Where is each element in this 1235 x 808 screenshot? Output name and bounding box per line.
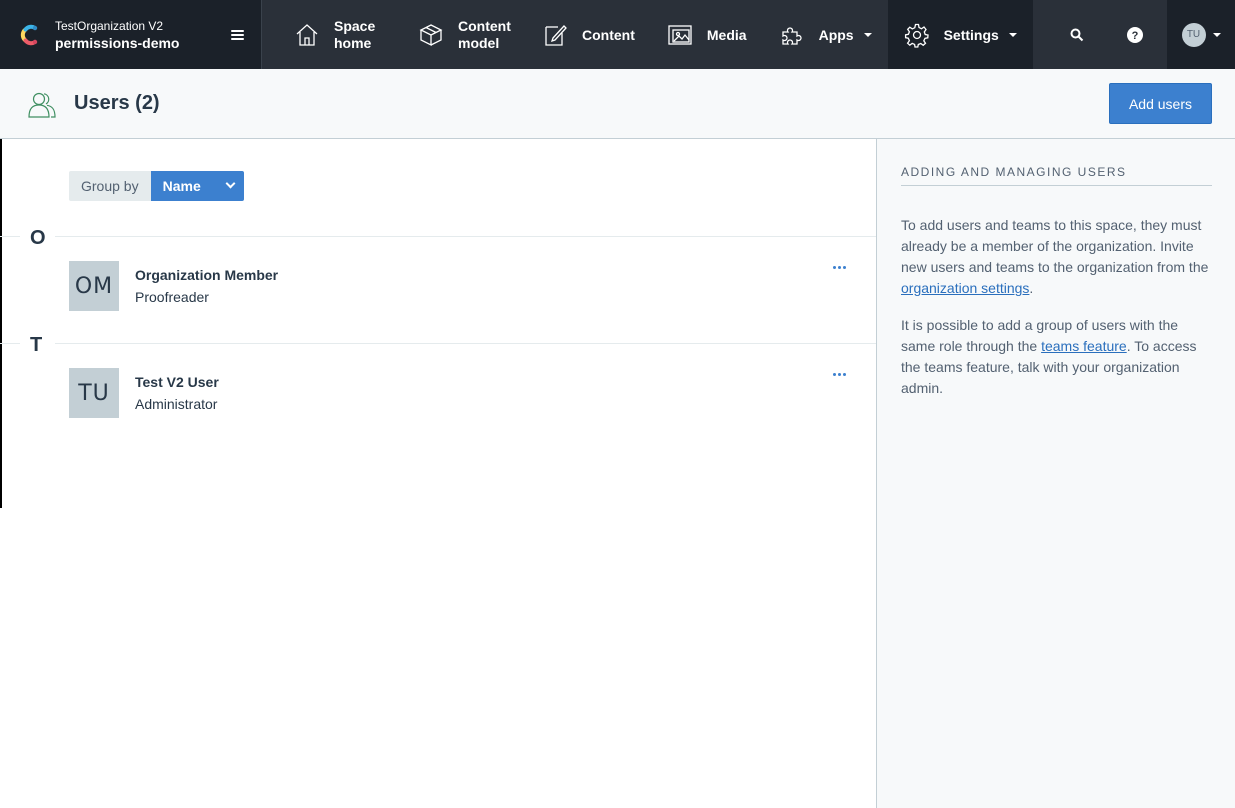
- chevron-down-icon: [1008, 32, 1017, 37]
- space-name: permissions-demo: [55, 34, 180, 51]
- account-avatar: TU: [1181, 22, 1206, 47]
- chevron-down-icon: [1212, 32, 1221, 37]
- sidebar-paragraph-2: It is possible to add a group of users w…: [901, 315, 1212, 399]
- nav-content-model-line1: Content: [458, 17, 511, 34]
- help-button[interactable]: ?: [1106, 0, 1164, 69]
- sidebar-p1-text: To add users and teams to this space, th…: [901, 217, 1209, 275]
- gear-icon: [904, 23, 929, 48]
- teams-feature-link[interactable]: teams feature: [1041, 338, 1127, 354]
- content-model-icon: [419, 23, 443, 46]
- nav-content-model-line2: model: [458, 34, 500, 51]
- user-role: Administrator: [135, 396, 218, 412]
- nav-content-label: Content: [582, 26, 635, 43]
- contentful-logo-icon: [20, 24, 38, 45]
- nav-content-model[interactable]: Content model: [402, 0, 526, 69]
- nav-media[interactable]: Media: [651, 0, 763, 69]
- nav-content[interactable]: Content: [526, 0, 651, 69]
- chevron-down-icon: [863, 32, 872, 37]
- more-actions-icon[interactable]: [829, 261, 849, 273]
- nav-media-label: Media: [706, 26, 747, 43]
- group-by-select[interactable]: Name: [150, 171, 244, 201]
- user-name: Test V2 User: [135, 374, 219, 390]
- more-actions-icon[interactable]: [829, 368, 849, 380]
- nav-space-home-line2: home: [334, 34, 372, 51]
- users-icon: [28, 92, 56, 118]
- nav-settings-label: Settings: [943, 26, 999, 43]
- sidebar-heading: ADDING AND MANAGING USERS: [901, 165, 1212, 186]
- user-row[interactable]: OM Organization Member Proofreader: [69, 261, 849, 311]
- group-divider: [55, 343, 876, 344]
- users-list-panel: Group by Name O OM Organization Member P…: [0, 139, 877, 808]
- group-by-selected: Name: [162, 178, 201, 194]
- organization-switcher[interactable]: TestOrganization V2 permissions-demo: [0, 0, 262, 69]
- sidebar-paragraph-1: To add users and teams to this space, th…: [901, 215, 1212, 299]
- page-title: Users (2): [74, 92, 160, 114]
- group-heading-o: O: [30, 227, 46, 249]
- search-icon: [1070, 28, 1084, 41]
- sidebar-p1-end: .: [1029, 280, 1034, 296]
- user-row[interactable]: TU Test V2 User Administrator: [69, 368, 849, 418]
- user-avatar: OM: [69, 261, 119, 311]
- user-avatar: TU: [69, 368, 119, 418]
- group-divider: [55, 236, 876, 237]
- organization-name: TestOrganization V2: [55, 18, 164, 33]
- nav-space-home-line1: Space: [334, 17, 376, 34]
- group-by-control: Group by Name: [69, 171, 244, 201]
- user-role: Proofreader: [135, 289, 209, 305]
- add-users-button[interactable]: Add users: [1109, 83, 1212, 124]
- organization-settings-link[interactable]: organization settings: [901, 280, 1029, 296]
- nav-settings[interactable]: Settings: [887, 0, 1033, 69]
- page-header: Users (2) Add users: [0, 69, 1235, 139]
- group-heading-t: T: [30, 334, 43, 356]
- help-sidebar: ADDING AND MANAGING USERS To add users a…: [877, 139, 1235, 808]
- menu-icon[interactable]: [231, 29, 244, 40]
- group-divider: [0, 236, 20, 237]
- home-icon: [296, 23, 318, 46]
- media-icon: [668, 24, 692, 45]
- account-menu[interactable]: TU: [1167, 0, 1235, 69]
- help-icon: ?: [1126, 26, 1143, 43]
- user-name: Organization Member: [135, 267, 279, 283]
- chevron-down-icon: [225, 178, 236, 189]
- search-button[interactable]: [1048, 0, 1106, 69]
- nav-apps[interactable]: Apps: [763, 0, 888, 69]
- nav-space-home[interactable]: Space home: [278, 0, 402, 69]
- svg-text:?: ?: [1131, 30, 1138, 42]
- edit-icon: [545, 24, 567, 46]
- top-navigation: TestOrganization V2 permissions-demo Spa…: [0, 0, 1235, 69]
- group-by-label: Group by: [69, 171, 151, 201]
- puzzle-icon: [781, 26, 802, 45]
- group-divider: [0, 343, 20, 344]
- nav-apps-label: Apps: [818, 26, 854, 43]
